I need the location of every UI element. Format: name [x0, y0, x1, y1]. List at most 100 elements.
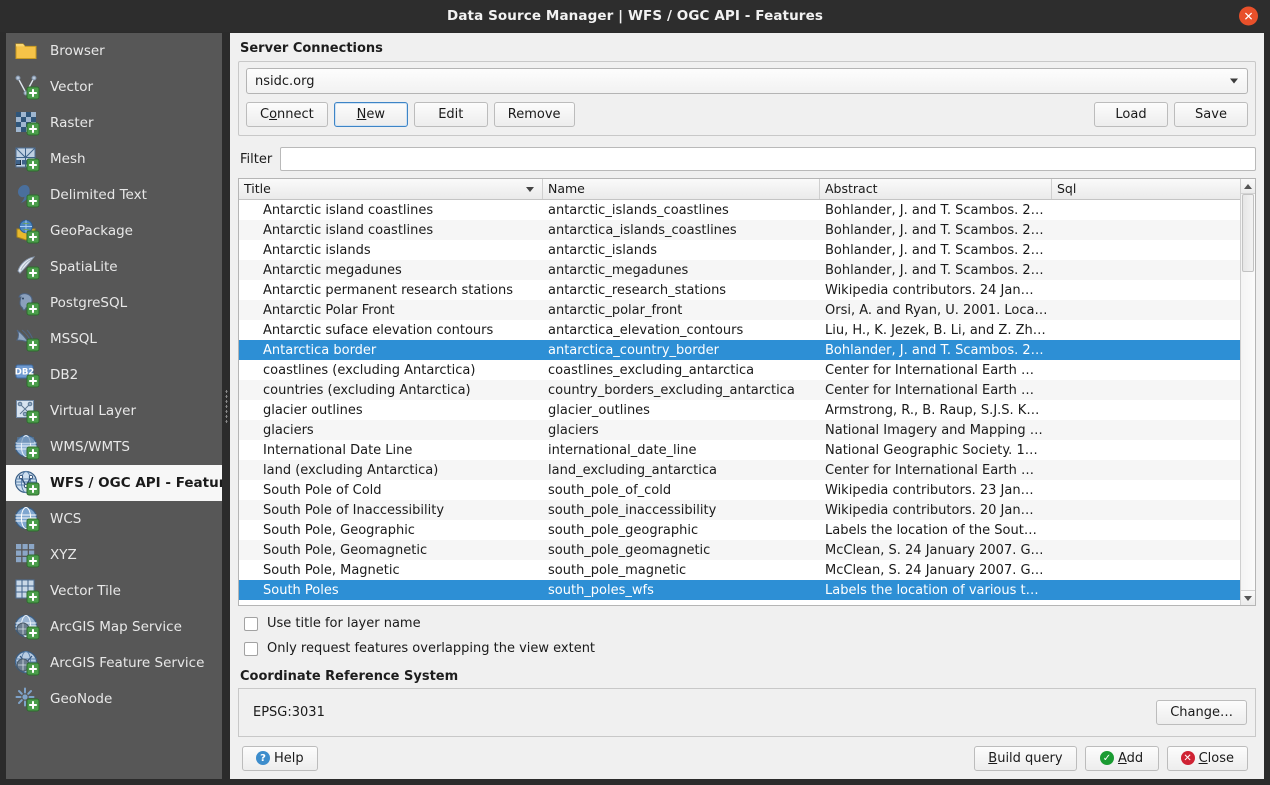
table-row[interactable]: Antarctic island coastlinesantarctic_isl… — [239, 200, 1255, 220]
filter-row: Filter — [240, 147, 1256, 171]
new-button[interactable]: New — [334, 102, 408, 127]
table-vertical-scrollbar[interactable] — [1240, 179, 1255, 605]
table-row[interactable]: land (excluding Antarctica)land_excludin… — [239, 460, 1255, 480]
column-header-sql[interactable]: Sql — [1052, 179, 1255, 199]
cell-abstract: Bohlander, J. and T. Scambos. 2… — [820, 343, 1052, 358]
close-button[interactable]: ✕ Close — [1167, 746, 1248, 771]
column-header-abstract[interactable]: Abstract — [820, 179, 1052, 199]
sidebar-item-virtual-layer[interactable]: Virtual Layer — [6, 393, 222, 429]
column-header-name[interactable]: Name — [543, 179, 820, 199]
sidebar-item-mssql[interactable]: MSSQL — [6, 321, 222, 357]
cell-name: antarctic_islands — [543, 243, 820, 258]
scroll-down-button[interactable] — [1241, 590, 1255, 605]
cell-name: south_poles_wfs — [543, 583, 820, 598]
build-query-button[interactable]: Build query — [974, 746, 1076, 771]
table-row[interactable]: Antarctic island coastlinesantarctica_is… — [239, 220, 1255, 240]
cell-abstract: National Geographic Society. 1… — [820, 443, 1052, 458]
cell-title: South Pole, Geographic — [239, 523, 543, 538]
table-row[interactable]: Antarctic Polar Frontantarctic_polar_fro… — [239, 300, 1255, 320]
source-type-sidebar[interactable]: BrowserVectorRasterMeshDelimited TextGeo… — [6, 33, 222, 779]
table-row[interactable]: South Pole, Magneticsouth_pole_magneticM… — [239, 560, 1255, 580]
table-row[interactable]: South Pole, Geographicsouth_pole_geograp… — [239, 520, 1255, 540]
sidebar-item-wfs-ogc-api-features[interactable]: WFS / OGC API - Features — [6, 465, 222, 501]
table-row[interactable]: South Polessouth_poles_wfsLabels the loc… — [239, 580, 1255, 600]
cell-abstract: Labels the location of the Sout… — [820, 523, 1052, 538]
crs-change-button[interactable]: Change… — [1156, 700, 1247, 725]
window-close-button[interactable]: ✕ — [1239, 7, 1258, 26]
remove-button[interactable]: Remove — [494, 102, 575, 127]
table-row[interactable]: Antarctic permanent research stationsant… — [239, 280, 1255, 300]
cell-title: Antarctic Polar Front — [239, 303, 543, 318]
use-title-for-layer-name-checkbox[interactable] — [244, 617, 258, 631]
connect-button-label: Connect — [260, 107, 314, 122]
triangle-down-icon — [1244, 596, 1252, 601]
scrollbar-thumb[interactable] — [1242, 194, 1254, 272]
sidebar-item-vector[interactable]: Vector — [6, 69, 222, 105]
sidebar-item-delimited-text[interactable]: Delimited Text — [6, 177, 222, 213]
table-row[interactable]: South Pole, Geomagneticsouth_pole_geomag… — [239, 540, 1255, 560]
add-button[interactable]: ✓ Add — [1085, 746, 1159, 771]
add-button-content: ✓ Add — [1100, 751, 1143, 766]
use-title-for-layer-name-checkbox-row[interactable]: Use title for layer name — [244, 616, 1256, 631]
table-body[interactable]: Antarctic island coastlinesantarctic_isl… — [239, 200, 1255, 605]
table-row[interactable]: South Pole of Inaccessibilitysouth_pole_… — [239, 500, 1255, 520]
sidebar-item-arcgis-feature-service[interactable]: ArcGIS Feature Service — [6, 645, 222, 681]
sidebar-splitter[interactable] — [222, 33, 230, 779]
table-row[interactable]: Antarctic suface elevation contoursantar… — [239, 320, 1255, 340]
scroll-up-button[interactable] — [1241, 179, 1255, 194]
edit-button[interactable]: Edit — [414, 102, 488, 127]
new-button-label: New — [357, 107, 385, 122]
filter-input[interactable] — [280, 147, 1256, 171]
sidebar-item-wcs[interactable]: WCS — [6, 501, 222, 537]
connection-select[interactable]: nsidc.org — [246, 68, 1248, 94]
cell-title: Antarctic island coastlines — [239, 223, 543, 238]
cell-name: antarctic_megadunes — [543, 263, 820, 278]
save-button[interactable]: Save — [1174, 102, 1248, 127]
sidebar-item-label: Raster — [50, 115, 94, 131]
table-row[interactable]: International Date Lineinternational_dat… — [239, 440, 1255, 460]
column-header-title[interactable]: Title — [239, 179, 543, 199]
wfs-globe-icon — [14, 470, 40, 496]
xyz-tiles-icon — [14, 542, 40, 568]
table-row[interactable]: Antarctic islandsantarctic_islandsBohlan… — [239, 240, 1255, 260]
table-row[interactable]: countries (excluding Antarctica)country_… — [239, 380, 1255, 400]
table-row[interactable]: Antarctica borderantarctica_country_bord… — [239, 340, 1255, 360]
sidebar-item-mesh[interactable]: Mesh — [6, 141, 222, 177]
sidebar-item-browser[interactable]: Browser — [6, 33, 222, 69]
only-request-overlapping-checkbox-row[interactable]: Only request features overlapping the vi… — [244, 641, 1256, 656]
add-button-label: Add — [1118, 751, 1143, 766]
cell-title: Antarctic islands — [239, 243, 543, 258]
sidebar-item-db2[interactable]: DB2DB2 — [6, 357, 222, 393]
cell-name: antarctica_country_border — [543, 343, 820, 358]
cell-title: South Pole, Magnetic — [239, 563, 543, 578]
table-row[interactable]: glacier outlinesglacier_outlinesArmstron… — [239, 400, 1255, 420]
cell-title: glacier outlines — [239, 403, 543, 418]
sidebar-item-geopackage[interactable]: GeoPackage — [6, 213, 222, 249]
connect-button[interactable]: Connect — [246, 102, 328, 127]
table-row[interactable]: glaciersglaciersNational Imagery and Map… — [239, 420, 1255, 440]
sidebar-item-xyz[interactable]: XYZ — [6, 537, 222, 573]
sidebar-item-wms-wmts[interactable]: WMS/WMTS — [6, 429, 222, 465]
vector-layer-icon — [14, 74, 40, 100]
sidebar-item-geonode[interactable]: GeoNode — [6, 681, 222, 717]
connection-buttons: Connect New Edit Remove Load — [246, 102, 1248, 127]
sidebar-item-postgresql[interactable]: PostgreSQL — [6, 285, 222, 321]
sidebar-item-spatialite[interactable]: SpatiaLite — [6, 249, 222, 285]
load-button[interactable]: Load — [1094, 102, 1168, 127]
raster-layer-icon — [14, 110, 40, 136]
table-row[interactable]: Antarctic megadunesantarctic_megadunesBo… — [239, 260, 1255, 280]
sidebar-item-arcgis-map-service[interactable]: ArcGIS Map Service — [6, 609, 222, 645]
table-row[interactable]: coastlines (excluding Antarctica)coastli… — [239, 360, 1255, 380]
table-row[interactable]: South Pole of Coldsouth_pole_of_coldWiki… — [239, 480, 1255, 500]
only-request-overlapping-checkbox[interactable] — [244, 642, 258, 656]
close-button-label: Close — [1199, 751, 1234, 766]
geonode-icon — [14, 686, 40, 712]
cell-name: international_date_line — [543, 443, 820, 458]
sidebar-item-vector-tile[interactable]: Vector Tile — [6, 573, 222, 609]
cell-name: south_pole_magnetic — [543, 563, 820, 578]
scrollbar-track[interactable] — [1241, 194, 1255, 590]
save-button-label: Save — [1195, 107, 1227, 122]
cell-name: antarctic_research_stations — [543, 283, 820, 298]
sidebar-item-raster[interactable]: Raster — [6, 105, 222, 141]
help-button[interactable]: ? Help — [242, 746, 318, 771]
